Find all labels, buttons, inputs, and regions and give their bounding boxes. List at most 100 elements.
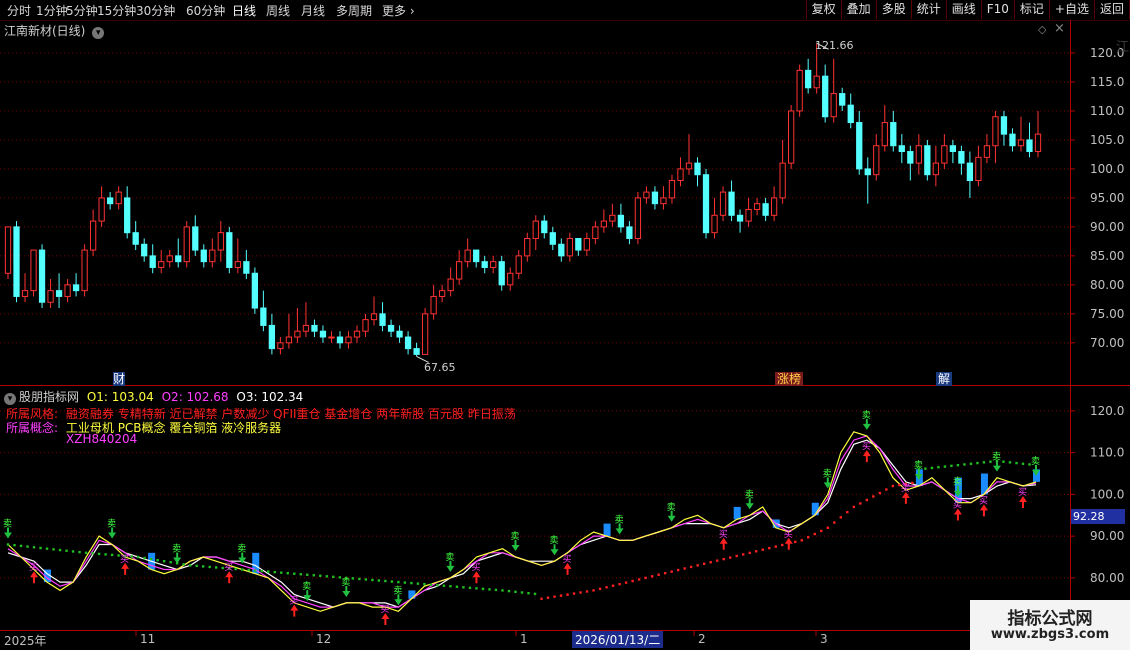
date-axis: 2025年 11 12 1 2026/01/13/二 2 3 xyxy=(0,630,1130,650)
tab-1min[interactable]: 1分钟 xyxy=(36,2,68,19)
event-marker-finance[interactable]: 财 xyxy=(111,370,127,387)
red-dot xyxy=(670,570,673,573)
tab-15min[interactable]: 15分钟 xyxy=(97,2,136,19)
add-watchlist-button[interactable]: +自选 xyxy=(1048,0,1094,19)
candle-body xyxy=(166,255,173,263)
red-dot xyxy=(540,597,543,600)
tab-minute-timeline[interactable]: 分时 xyxy=(7,2,31,19)
candle-body xyxy=(362,319,369,332)
candle-body xyxy=(4,226,12,274)
fuquan-button[interactable]: 复权 xyxy=(805,0,841,19)
close-icon[interactable]: × xyxy=(1054,21,1065,36)
red-dot xyxy=(794,540,797,544)
green-dot xyxy=(312,574,315,577)
candle-body xyxy=(319,330,327,338)
toolbar-right-buttons: 复权 叠加 多股 统计 画线 F10 标记 +自选 返回 xyxy=(805,0,1130,19)
overlay-button[interactable]: 叠加 xyxy=(840,0,876,19)
candles-group xyxy=(4,43,1042,357)
chevron-down-icon[interactable]: ▾ xyxy=(92,27,105,39)
diamond-icon[interactable]: ◇ xyxy=(1038,23,1046,36)
red-dot xyxy=(631,579,634,583)
green-dot xyxy=(136,555,140,559)
green-dot xyxy=(462,586,465,589)
buy-glyph: 买 xyxy=(289,596,298,607)
chevron-right-icon: › xyxy=(406,4,415,18)
green-dot xyxy=(956,463,960,467)
event-marker-top-list-label: 涨榜 xyxy=(775,372,804,386)
candle-body xyxy=(328,336,335,339)
red-dot xyxy=(644,576,647,580)
green-dot xyxy=(247,568,250,572)
watermark-url: www.zbgs3.com xyxy=(990,627,1110,642)
candle-body xyxy=(890,122,897,147)
mark-button[interactable]: 标记 xyxy=(1013,0,1049,19)
green-dot xyxy=(52,548,55,551)
candle-body xyxy=(13,226,20,297)
chevron-down-icon[interactable]: ▾ xyxy=(4,393,16,405)
red-dot xyxy=(755,550,758,553)
red-dot xyxy=(572,592,576,595)
candle-body xyxy=(660,197,667,205)
current-value-badge: 92.28 xyxy=(1071,509,1125,524)
event-marker-unlock[interactable]: 解 xyxy=(936,370,953,387)
candle-body xyxy=(915,145,922,164)
draw-line-button[interactable]: 画线 xyxy=(945,0,981,19)
candle-body xyxy=(668,180,676,199)
green-dot xyxy=(423,582,426,586)
tab-multi-period[interactable]: 多周期 xyxy=(336,2,372,19)
red-dot xyxy=(689,565,693,569)
tab-weekly[interactable]: 周线 xyxy=(266,2,290,19)
green-dot xyxy=(410,581,413,585)
red-dot xyxy=(598,587,602,591)
candle-body xyxy=(753,203,761,210)
tab-monthly[interactable]: 月线 xyxy=(301,2,325,19)
candle-body xyxy=(907,151,914,164)
green-dot xyxy=(924,467,927,470)
green-dot xyxy=(78,550,81,554)
candle-body xyxy=(762,203,769,216)
concept-label: 所属概念: xyxy=(6,421,59,435)
multi-stock-button[interactable]: 多股 xyxy=(875,0,911,19)
green-dot xyxy=(215,566,218,569)
tab-daily[interactable]: 日线 xyxy=(232,2,256,19)
green-dot xyxy=(319,574,322,578)
candle-body xyxy=(370,313,378,321)
green-dot xyxy=(533,592,537,596)
green-dot xyxy=(384,579,387,583)
red-dot xyxy=(676,568,680,572)
red-dot xyxy=(729,556,732,559)
candle-body xyxy=(438,290,446,297)
candle-body xyxy=(64,284,71,297)
buy-glyph: 买 xyxy=(784,529,793,540)
green-dot xyxy=(976,461,979,465)
green-dot xyxy=(299,573,302,576)
tab-5min[interactable]: 5分钟 xyxy=(66,2,98,19)
red-dot xyxy=(702,562,706,566)
candle-body xyxy=(975,156,982,182)
red-dot xyxy=(859,502,862,505)
candle-body xyxy=(583,237,590,251)
green-dot xyxy=(293,572,296,575)
candle-body xyxy=(847,104,854,124)
green-dot xyxy=(1021,462,1025,465)
green-dot xyxy=(507,589,511,593)
candle-body xyxy=(379,313,386,326)
green-dot xyxy=(371,578,374,582)
green-dot xyxy=(455,585,459,588)
candle-body xyxy=(856,122,863,170)
candle-body xyxy=(268,324,276,350)
candle-body xyxy=(183,226,190,263)
f10-button[interactable]: F10 xyxy=(980,0,1014,19)
event-marker-top-list[interactable]: 涨榜 xyxy=(775,370,804,387)
back-button[interactable]: 返回 xyxy=(1093,0,1130,19)
statistics-button[interactable]: 统计 xyxy=(910,0,946,19)
candlestick-chart[interactable]: 120.0115.0110.0105.0100.095.0090.0085.00… xyxy=(0,20,1130,386)
tab-30min[interactable]: 30分钟 xyxy=(136,2,175,19)
main-chart-title: 江南新材(日线) ▾ xyxy=(4,22,105,39)
tab-60min[interactable]: 60分钟 xyxy=(186,2,225,19)
green-dot xyxy=(514,590,517,594)
tab-more[interactable]: 更多 › xyxy=(382,2,415,19)
green-dot xyxy=(442,584,446,587)
red-dot xyxy=(878,491,882,495)
candle-body xyxy=(447,278,454,292)
